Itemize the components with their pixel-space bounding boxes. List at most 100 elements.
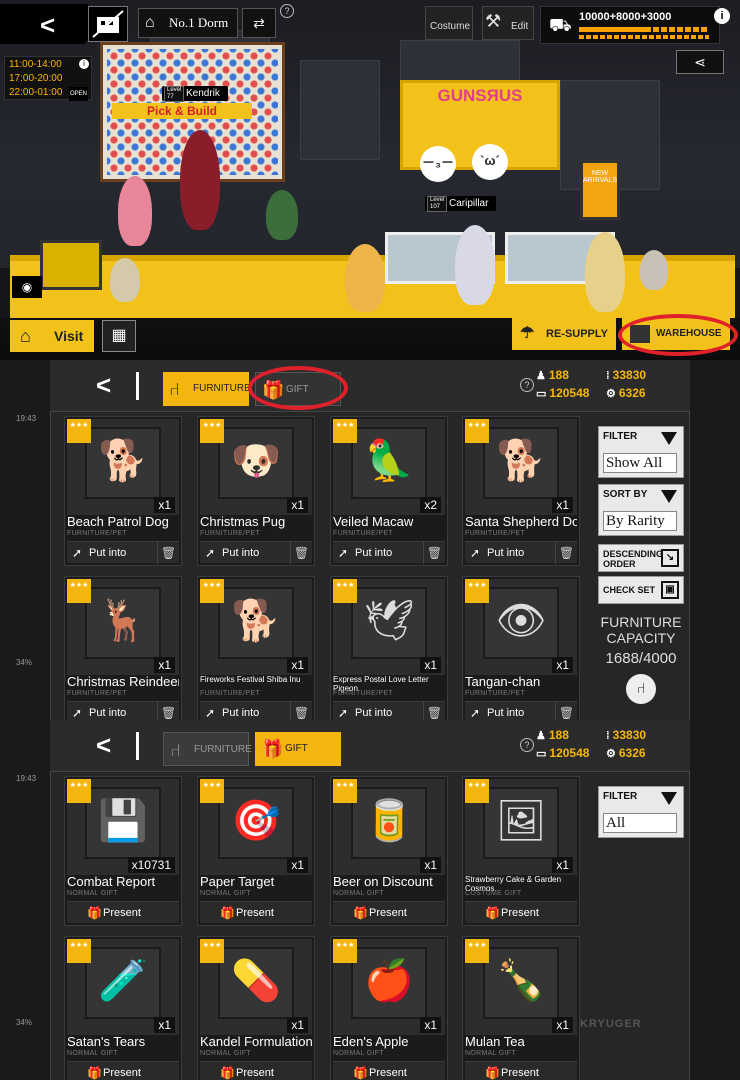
trash-icon[interactable]: 🗑 [290,702,312,720]
nameplate-caripillar: Level 107 Caripillar [425,196,497,212]
dorm-capacity-button[interactable]: ⑁ [626,674,656,704]
present-button[interactable]: 🎁 Present [200,1062,312,1080]
costume-button[interactable]: Costume [425,6,473,40]
info-icon[interactable]: i [79,59,89,69]
put-into-button[interactable]: ➚ Put into [465,542,553,564]
help-icon[interactable]: ? [520,738,534,752]
present-button[interactable]: 🎁 Present [200,902,312,924]
capacity-label: FURNITURE CAPACITY [600,614,682,646]
item-name: Veiled Macaw [333,515,414,529]
put-into-button[interactable]: ➚ Put into [67,542,155,564]
hide-ui-button[interactable]: ◉ [12,276,42,298]
item-card[interactable]: ★★★ 🥫 x1 Beer on Discount NORMAL GIFT 🎁 Presen… [330,776,448,926]
rarity-stars-icon: ★★★ [67,939,91,963]
item-card[interactable]: ★★★ 🕊 x1 Express Postal Love Letter Pigeon F… [330,576,448,720]
reindeer-icon: 🦌 [98,599,148,643]
rarity-stars-icon: ★★★ [465,939,489,963]
present-button[interactable]: 🎁 Present [333,1062,445,1080]
rarity-stars-icon: ★★★ [333,939,357,963]
item-card[interactable]: ★★★ 🧪 x1 Satan's Tears NORMAL GIFT 🎁 Present [64,936,182,1080]
trash-icon[interactable]: 🗑 [290,542,312,564]
put-into-button[interactable]: ➚ Put into [333,702,421,720]
character-caripillar[interactable] [455,225,495,305]
character-sprite[interactable] [118,176,152,246]
item-card[interactable]: ★★★ 🐕 x1 Fireworks Festival Shiba Inu FURNIT… [197,576,315,720]
put-into-button[interactable]: ➚ Put into [333,542,421,564]
back-button[interactable]: < [96,730,111,761]
item-image: ★★★ 🍾 x1 [465,939,577,1035]
trash-icon[interactable]: 🗑 [423,542,445,564]
trash-icon[interactable]: 🗑 [555,542,577,564]
sort-dropdown[interactable]: SORT BY By Rarity [598,484,684,536]
item-card[interactable]: ★★★ 💊 x1 Kandel Formulation NORMAL GIFT 🎁 Pres… [197,936,315,1080]
visit-button[interactable]: ⌂ Visit [10,320,94,352]
item-card[interactable]: ★★★ 🎯 x1 Paper Target NORMAL GIFT 🎁 Present [197,776,315,926]
share-button[interactable]: ⋖ [676,50,724,74]
edit-button[interactable]: ⚒ Edit [482,6,534,40]
item-card[interactable]: ★★★ 🍎 x1 Eden's Apple NORMAL GIFT 🎁 Present [330,936,448,1080]
dorm-name-label[interactable]: ⌂ No.1 Dorm [138,8,238,38]
item-name: Mulan Tea [465,1035,525,1049]
rarity-stars-icon: ★★★ [200,419,224,443]
item-image: ★★★ 🎯 x1 [200,779,312,875]
item-quantity: x1 [154,497,175,513]
item-card[interactable]: ★★★ 🐶 x1 Christmas Pug FURNITURE/PET ➚ Put int… [197,416,315,566]
item-card[interactable]: ★★★ 🦜 x2 Veiled Macaw FURNITURE/PET ➚ Put into… [330,416,448,566]
present-button[interactable]: 🎁 Present [67,902,179,924]
filter-dropdown[interactable]: FILTER Show All [598,426,684,478]
pet-sprite[interactable] [640,250,668,290]
item-card[interactable]: ★★★ 🍾 x1 Mulan Tea NORMAL GIFT 🎁 Present [462,936,580,1080]
trash-icon[interactable]: 🗑 [157,702,179,720]
item-card[interactable]: ★★★ 🐕 x1 Santa Shepherd Dog FURNITURE/PET ➚ Pu… [462,416,580,566]
character-sprite[interactable] [266,190,298,240]
tab-furniture[interactable]: ⑁ FURNITURE [163,732,252,766]
gift-box-icon: 🎁 [485,906,500,920]
pet-sprite[interactable] [110,258,140,302]
info-icon[interactable]: i [714,8,730,24]
help-icon[interactable]: ? [520,378,534,392]
tab-furniture[interactable]: ⑁ FURNITURE [163,372,251,406]
back-button[interactable]: < [96,370,111,401]
stat-a: ♟ 188 [536,368,569,382]
card-icon: 🖼 [495,799,547,843]
order-toggle-button[interactable]: DESCENDING ORDER ↘ [598,544,684,572]
present-button[interactable]: 🎁 Present [465,902,577,924]
character-kendrik[interactable] [180,130,220,230]
present-button[interactable]: 🎁 Present [465,1062,577,1080]
character-sprite[interactable] [585,232,625,312]
put-into-button[interactable]: ➚ Put into [465,702,553,720]
dorm-resource-panel: ⛟ 10000+8000+3000 [540,6,720,44]
switch-dorm-button[interactable]: ⇄ [242,8,276,38]
item-card[interactable]: ★★★ 🐕 x1 Beach Patrol Dog FURNITURE/PET ➚ Put … [64,416,182,566]
present-button[interactable]: 🎁 Present [67,1062,179,1080]
check-set-button[interactable]: CHECK SET ▣ [598,576,684,604]
item-card[interactable]: ★★★ 🦌 x1 Christmas Reindeer FURNITURE/PET ➚ Pu… [64,576,182,720]
put-into-button[interactable]: ➚ Put into [200,542,288,564]
gift-box-icon: 🎁 [220,906,235,920]
dorm-list-button[interactable] [88,6,128,42]
trash-icon[interactable]: 🗑 [555,702,577,720]
filter-dropdown[interactable]: FILTER All [598,786,684,838]
back-button[interactable]: < [0,4,88,44]
item-quantity: x2 [420,497,441,513]
layout-button[interactable]: ▦ [102,320,136,352]
item-card[interactable]: ★★★ 👁 x1 Tangan-chan FURNITURE/PET ➚ Put into 🗑 [462,576,580,720]
item-quantity: x1 [287,1017,308,1033]
item-card[interactable]: ★★★ 🖼 x1 Strawberry Cake & Garden Cosmos COS… [462,776,580,926]
trash-icon[interactable]: 🗑 [423,702,445,720]
item-category: COSTUME GIFT [465,890,522,897]
item-image: ★★★ 🐶 x1 [200,419,312,515]
item-card[interactable]: ★★★ 💾 x10731 Combat Report NORMAL GIFT 🎁 Prese… [64,776,182,926]
resupply-button[interactable]: ☂ RE-SUPPLY [512,318,616,350]
put-into-button[interactable]: ➚ Put into [67,702,155,720]
share-icon: ⋖ [694,54,706,70]
help-icon[interactable]: ? [280,4,294,18]
clock-label: 19:43 [16,414,37,423]
present-button[interactable]: 🎁 Present [333,902,445,924]
item-name: Kandel Formulation [200,1035,312,1049]
put-into-button[interactable]: ➚ Put into [200,702,288,720]
tab-gift[interactable]: 🎁 GIFT [255,732,341,766]
character-sprite[interactable] [345,244,385,312]
trash-icon[interactable]: 🗑 [157,542,179,564]
place-icon: ➚ [72,546,83,560]
